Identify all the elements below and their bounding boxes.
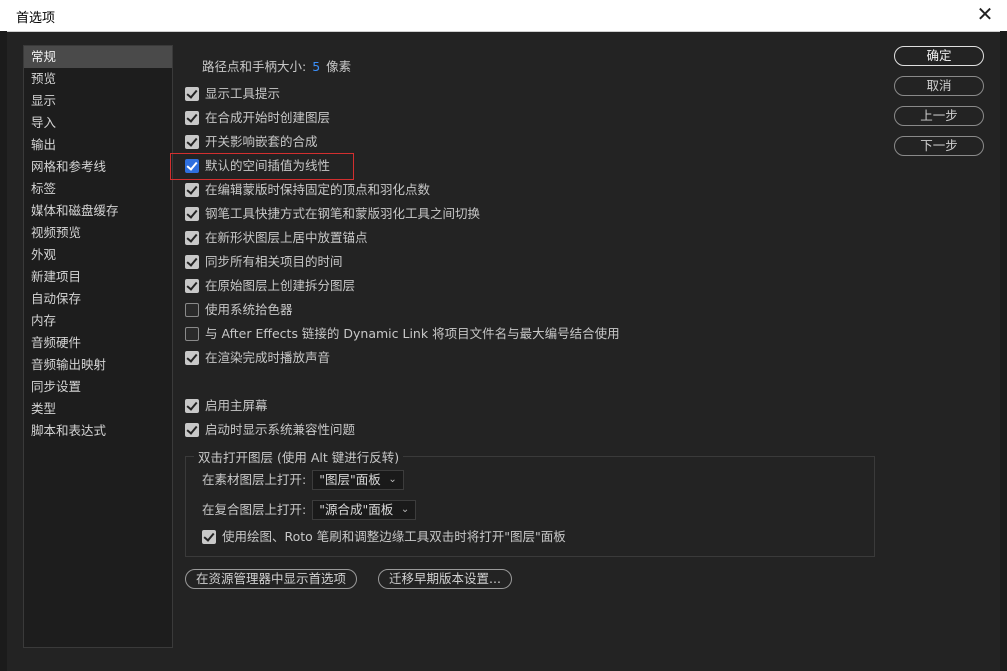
checkbox-row[interactable]: 显示工具提示	[185, 84, 280, 104]
checkbox-label: 同步所有相关项目的时间	[205, 254, 343, 269]
sidebar-item[interactable]: 预览	[24, 68, 172, 90]
path-point-size-value[interactable]: 5	[312, 57, 320, 77]
next-button[interactable]: 下一步	[894, 136, 984, 156]
sidebar-item[interactable]: 输出	[24, 134, 172, 156]
sidebar-item[interactable]: 自动保存	[24, 288, 172, 310]
sidebar-item[interactable]: 网格和参考线	[24, 156, 172, 178]
checkbox-label: 启动时显示系统兼容性问题	[205, 422, 356, 437]
sidebar-item[interactable]: 导入	[24, 112, 172, 134]
reveal-in-explorer-button[interactable]: 在资源管理器中显示首选项	[185, 569, 358, 589]
background-app-edge-right	[1000, 31, 1007, 671]
sidebar-item[interactable]: 显示	[24, 90, 172, 112]
sidebar-item[interactable]: 新建项目	[24, 266, 172, 288]
title-bar: 首选项 ✕	[0, 0, 1007, 32]
checkbox[interactable]	[185, 87, 199, 101]
checkbox[interactable]	[185, 183, 199, 197]
chevron-down-icon: ⌄	[400, 504, 410, 515]
checkbox-label: 钢笔工具快捷方式在钢笔和蒙版羽化工具之间切换	[205, 206, 481, 221]
checkbox[interactable]	[185, 207, 199, 221]
comp-open-value: "源合成"面板	[319, 502, 394, 517]
sidebar-item[interactable]: 常规	[24, 46, 172, 68]
close-icon[interactable]: ✕	[975, 3, 995, 25]
checkbox-label: 在原始图层上创建拆分图层	[205, 278, 356, 293]
sidebar-item[interactable]: 同步设置	[24, 376, 172, 398]
checkbox[interactable]	[185, 279, 199, 293]
checkbox-label: 在编辑蒙版时保持固定的顶点和羽化点数	[205, 182, 431, 197]
checkbox-label: 启用主屏幕	[205, 398, 268, 413]
checkbox-row[interactable]: 开关影响嵌套的合成	[185, 132, 318, 152]
comp-open-label: 在复合图层上打开:	[202, 502, 307, 517]
checkbox-row[interactable]: 在合成开始时创建图层	[185, 108, 330, 128]
sidebar-item[interactable]: 音频硬件	[24, 332, 172, 354]
footage-open-label: 在素材图层上打开:	[202, 472, 307, 487]
checkbox[interactable]	[185, 111, 199, 125]
dialog-title: 首选项	[16, 11, 56, 26]
checkbox-row[interactable]: 默认的空间插值为线性	[185, 156, 330, 176]
comp-open-row: 在复合图层上打开: "源合成"面板 ⌄	[202, 500, 417, 520]
checkbox-label: 默认的空间插值为线性	[205, 158, 331, 173]
checkbox-label: 开关影响嵌套的合成	[205, 134, 318, 149]
comp-open-select[interactable]: "源合成"面板 ⌄	[312, 500, 417, 520]
previous-button[interactable]: 上一步	[894, 106, 984, 126]
paint-tools-label: 使用绘图、Roto 笔刷和调整边缘工具双击时将打开"图层"面板	[222, 529, 566, 544]
general-settings-panel: 路径点和手柄大小: 5 像素 显示工具提示在合成开始时创建图层 开关影响嵌套的合成…	[185, 55, 885, 645]
checkbox[interactable]	[185, 159, 199, 173]
checkbox-row[interactable]: 与 After Effects 链接的 Dynamic Link 将项目文件名与…	[185, 324, 620, 344]
footage-open-select[interactable]: "图层"面板 ⌄	[312, 470, 404, 490]
paint-tools-row[interactable]: 使用绘图、Roto 笔刷和调整边缘工具双击时将打开"图层"面板	[202, 527, 566, 547]
background-app-edge-left	[0, 31, 7, 671]
paint-tools-checkbox[interactable]	[202, 530, 216, 544]
checkbox-label: 在合成开始时创建图层	[205, 110, 331, 125]
sidebar-item[interactable]: 内存	[24, 310, 172, 332]
checkbox-label: 显示工具提示	[205, 86, 281, 101]
checkbox-row[interactable]: 钢笔工具快捷方式在钢笔和蒙版羽化工具之间切换	[185, 204, 480, 224]
category-list: 常规 预览 显示 导入 输出 网格和参考线 标签 媒体和磁盘缓存 视频预览 外观 新建项目 自动保存内…	[23, 45, 173, 648]
checkbox-row[interactable]: 在渲染完成时播放声音	[185, 348, 330, 368]
checkbox[interactable]	[185, 399, 199, 413]
checkbox[interactable]	[185, 255, 199, 269]
checkbox-label: 在渲染完成时播放声音	[205, 350, 331, 365]
migrate-settings-button[interactable]: 迁移早期版本设置...	[378, 569, 512, 589]
path-point-size-unit: 像素	[326, 59, 352, 74]
footage-open-value: "图层"面板	[319, 472, 381, 487]
checkbox[interactable]	[185, 135, 199, 149]
chevron-down-icon: ⌄	[388, 474, 397, 485]
sidebar-item[interactable]: 音频输出映射	[24, 354, 172, 376]
sidebar-item[interactable]: 标签	[24, 178, 172, 200]
checkbox-label: 与 After Effects 链接的 Dynamic Link 将项目文件名与…	[205, 326, 620, 341]
sidebar-item[interactable]: 媒体和磁盘缓存	[24, 200, 172, 222]
checkbox-row[interactable]: 在原始图层上创建拆分图层	[185, 276, 355, 296]
checkbox-row[interactable]: 在新形状图层上居中放置锚点	[185, 228, 368, 248]
checkbox-row[interactable]: 启动时显示系统兼容性问题	[185, 420, 355, 440]
preferences-dialog: 首选项 ✕ 常规 预览 显示 导入 输出 网格和参考线 标签 媒体和磁盘缓存 视频预览 外观 新建项…	[0, 0, 1007, 671]
footage-open-row: 在素材图层上打开: "图层"面板 ⌄	[202, 470, 404, 490]
ok-button[interactable]: 确定	[894, 46, 984, 66]
checkbox-row[interactable]: 在编辑蒙版时保持固定的顶点和羽化点数	[185, 180, 430, 200]
path-point-size-row: 路径点和手柄大小: 5 像素	[202, 57, 351, 77]
checkbox-row[interactable]: 启用主屏幕	[185, 396, 268, 416]
checkbox-row[interactable]: 同步所有相关项目的时间	[185, 252, 343, 272]
checkbox-label: 在新形状图层上居中放置锚点	[205, 230, 368, 245]
checkbox[interactable]	[185, 327, 199, 341]
sidebar-item[interactable]: 脚本和表达式	[24, 420, 172, 442]
checkbox[interactable]	[185, 231, 199, 245]
sidebar-item[interactable]: 类型	[24, 398, 172, 420]
sidebar-item[interactable]: 外观	[24, 244, 172, 266]
checkbox-label: 使用系统拾色器	[205, 302, 293, 317]
path-point-size-label: 路径点和手柄大小:	[202, 59, 307, 74]
double-click-legend: 双击打开图层 (使用 Alt 键进行反转)	[194, 447, 404, 466]
checkbox[interactable]	[185, 423, 199, 437]
checkbox[interactable]	[185, 303, 199, 317]
checkbox-row[interactable]: 使用系统拾色器	[185, 300, 293, 320]
double-click-group: 双击打开图层 (使用 Alt 键进行反转) 在素材图层上打开: "图层"面板 ⌄…	[185, 447, 875, 557]
checkbox[interactable]	[185, 351, 199, 365]
sidebar-item[interactable]: 视频预览	[24, 222, 172, 244]
cancel-button[interactable]: 取消	[894, 76, 984, 96]
